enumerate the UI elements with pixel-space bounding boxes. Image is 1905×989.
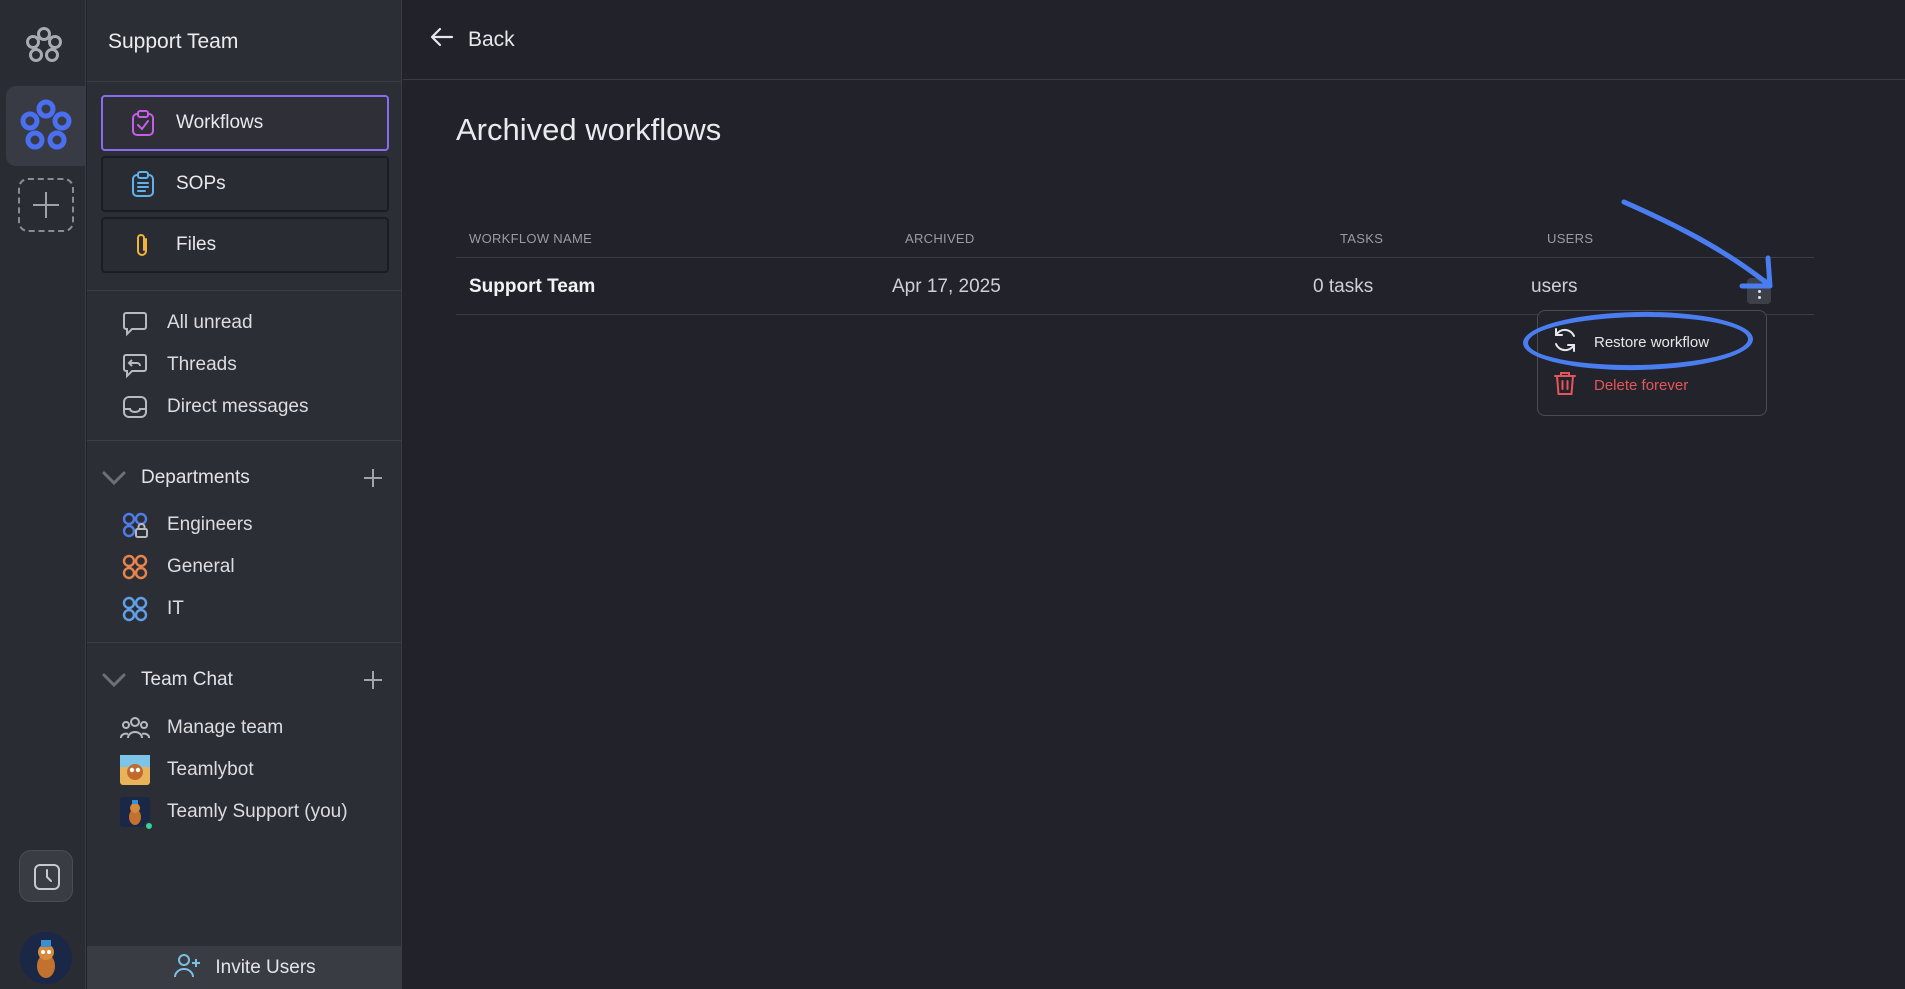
inbox-all-unread[interactable]: All unread: [120, 306, 253, 340]
department-engineers[interactable]: Engineers: [120, 508, 253, 542]
app-logo-icon: [24, 24, 64, 68]
chat-teamly-support[interactable]: Teamly Support (you): [120, 795, 348, 831]
chat-bubble-icon: [120, 308, 150, 338]
department-general[interactable]: General: [120, 550, 235, 584]
table-header: WORKFLOW NAME ARCHIVED TASKS USERS: [456, 222, 1814, 258]
page-title: Archived workflows: [456, 112, 722, 147]
nav-label: SOPs: [176, 173, 226, 194]
nav-workflows[interactable]: Workflows: [101, 95, 389, 151]
bot-avatar: [120, 755, 150, 785]
users-value: users: [1531, 276, 1578, 297]
column-header-tasks: TASKS: [1340, 231, 1384, 246]
add-chat-icon[interactable]: [360, 667, 386, 693]
inbox-label: All unread: [167, 312, 253, 333]
clock-icon: [34, 864, 60, 890]
workspace-support-team[interactable]: [6, 86, 86, 166]
team-chat-section-header[interactable]: Team Chat: [97, 663, 392, 697]
group-icon: [120, 594, 150, 624]
chat-label: Teamly Support (you): [167, 801, 348, 822]
workflow-name: Support Team: [469, 276, 596, 297]
people-icon: [120, 713, 150, 743]
inbox-tray-icon: [120, 392, 150, 422]
workspace-rail: [0, 0, 86, 989]
trash-icon: [1550, 368, 1580, 403]
back-button[interactable]: Back: [430, 27, 515, 52]
dot: [1757, 295, 1761, 299]
list-document-icon: [128, 169, 158, 199]
section-label: Team Chat: [141, 669, 233, 690]
nav-label: Workflows: [176, 112, 264, 133]
inbox-label: Threads: [167, 354, 237, 375]
paperclip-icon: [128, 230, 158, 260]
add-department-icon[interactable]: [360, 465, 386, 491]
delete-label: Delete forever: [1594, 377, 1689, 394]
reply-bubble-icon: [120, 350, 150, 380]
online-status-dot: [144, 821, 154, 831]
arrow-left-icon: [430, 27, 454, 52]
tasks-count: 0 tasks: [1313, 276, 1374, 297]
divider: [87, 642, 402, 643]
chat-label: Teamlybot: [167, 759, 254, 780]
sidebar: Support Team Workflows SOPs Files All un…: [87, 0, 402, 989]
divider: [87, 81, 402, 82]
group-icon: [120, 552, 150, 582]
archived-workflows-table: WORKFLOW NAME ARCHIVED TASKS USERS Suppo…: [456, 222, 1814, 315]
invite-users-button[interactable]: Invite Users: [87, 946, 402, 989]
divider: [87, 440, 402, 441]
nav-label: Files: [176, 234, 217, 255]
invite-label: Invite Users: [215, 956, 316, 978]
clipboard-check-icon: [128, 108, 158, 138]
department-label: IT: [167, 598, 184, 619]
top-bar: Back: [403, 0, 1905, 80]
user-avatar[interactable]: [20, 932, 72, 984]
column-header-users: USERS: [1547, 231, 1594, 246]
table-row[interactable]: Support Team Apr 17, 2025 0 tasks users: [456, 258, 1814, 315]
add-user-icon: [173, 951, 203, 984]
chevron-down-icon: [99, 665, 129, 695]
department-it[interactable]: IT: [120, 592, 184, 626]
workspace-title: Support Team: [108, 30, 239, 53]
departments-section-header[interactable]: Departments: [97, 461, 392, 495]
workspace-logo-icon: [20, 99, 72, 150]
user-avatar: [120, 797, 154, 831]
chat-label: Manage team: [167, 717, 284, 738]
chat-teamlybot[interactable]: Teamlybot: [120, 753, 254, 787]
group-locked-icon: [120, 510, 150, 540]
archived-date: Apr 17, 2025: [892, 276, 1001, 297]
nav-files[interactable]: Files: [101, 217, 389, 273]
inbox-threads[interactable]: Threads: [120, 348, 237, 382]
department-label: General: [167, 556, 235, 577]
inbox-label: Direct messages: [167, 396, 309, 417]
department-label: Engineers: [167, 514, 253, 535]
back-label: Back: [468, 27, 515, 51]
divider: [87, 290, 402, 291]
column-header-archived: ARCHIVED: [905, 231, 975, 246]
inbox-direct-messages[interactable]: Direct messages: [120, 390, 309, 424]
add-workspace-button[interactable]: [18, 178, 74, 232]
history-button[interactable]: [19, 850, 73, 902]
section-label: Departments: [141, 467, 250, 488]
column-header-name: WORKFLOW NAME: [469, 231, 593, 246]
chat-manage-team[interactable]: Manage team: [120, 711, 283, 745]
delete-forever-menu-item[interactable]: Delete forever: [1550, 368, 1688, 403]
chevron-down-icon: [99, 463, 129, 493]
nav-sops[interactable]: SOPs: [101, 156, 389, 212]
annotation-arrow-icon: [1621, 199, 1773, 289]
